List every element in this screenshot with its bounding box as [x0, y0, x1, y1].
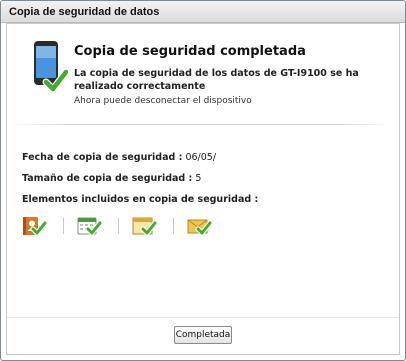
item-separator: [173, 218, 174, 234]
backup-date-row: Fecha de copia de seguridad : 06/05/: [22, 152, 216, 163]
backup-size-row: Tamaño de copia de seguridad : 5: [22, 173, 201, 184]
message-icon: [187, 219, 212, 236]
backup-date-value: 06/05/: [185, 152, 217, 163]
disconnect-note: Ahora puede desconectar el dispositivo: [74, 96, 252, 106]
footer-divider: [7, 317, 399, 318]
backup-size-label: Tamaño de copia de seguridad :: [22, 173, 193, 184]
backup-items-row: Elementos incluidos en copia de segurida…: [22, 194, 258, 205]
calendar-icon: [77, 217, 102, 236]
backup-items-label: Elementos incluidos en copia de segurida…: [22, 194, 259, 205]
header-divider: [13, 124, 393, 125]
title-bar: Copia de seguridad de datos: [1, 1, 405, 23]
dialog-body: Copia de seguridad completada La copia d…: [6, 23, 400, 355]
result-subtitle: La copia de seguridad de los datos de GT…: [74, 68, 359, 92]
backup-items-list: [21, 214, 212, 238]
contacts-icon: [23, 217, 47, 236]
backup-size-value: 5: [195, 173, 202, 184]
window-icon: [132, 217, 157, 236]
window-title: Copia de seguridad de datos: [9, 5, 160, 18]
item-separator: [118, 218, 119, 234]
result-header: Copia de seguridad completada La copia d…: [7, 24, 399, 124]
result-title: Copia de seguridad completada: [74, 44, 306, 59]
backup-dialog: Copia de seguridad de datos Copia de seg…: [0, 0, 406, 361]
phone-check-icon: [34, 41, 68, 93]
complete-button[interactable]: Completada: [174, 326, 232, 344]
backup-date-label: Fecha de copia de seguridad :: [22, 152, 183, 163]
item-separator: [63, 218, 64, 234]
